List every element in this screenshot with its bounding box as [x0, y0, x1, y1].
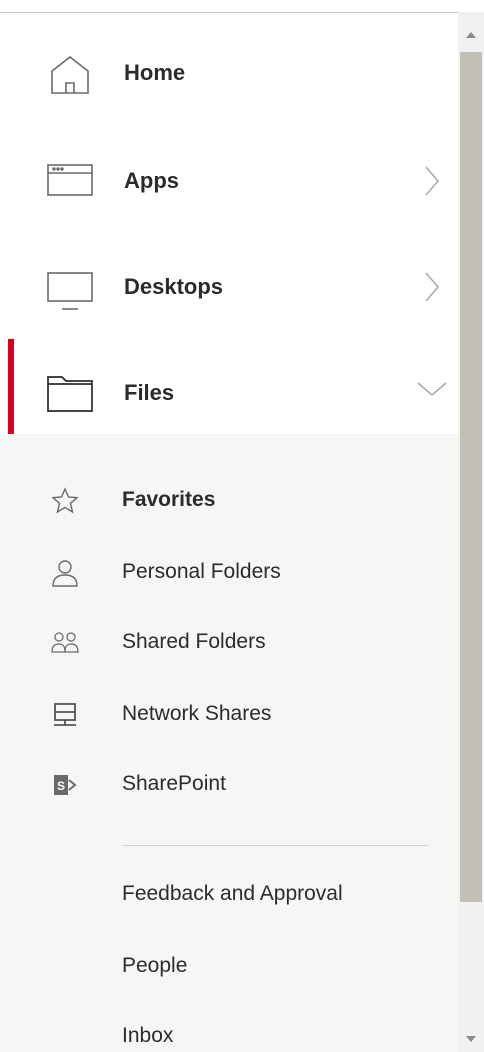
nav-item-label: Files — [124, 380, 175, 405]
people-icon — [50, 628, 80, 658]
chevron-down-icon — [416, 379, 448, 415]
nav-item-label: Feedback and Approval — [122, 882, 343, 905]
navigation-panel: Home Apps Desktops Files Favorites Perso… — [0, 0, 484, 1052]
star-icon — [50, 486, 80, 516]
submenu-item-sharepoint[interactable]: S SharePoint — [0, 760, 458, 812]
nav-item-people[interactable]: People — [0, 938, 458, 998]
vertical-scrollbar[interactable] — [458, 12, 484, 1052]
person-icon — [50, 558, 80, 588]
nav-item-label: Apps — [124, 168, 179, 193]
submenu-item-network-shares[interactable]: Network Shares — [0, 690, 458, 742]
submenu-item-personal-folders[interactable]: Personal Folders — [0, 548, 458, 600]
submenu-item-label: Shared Folders — [122, 630, 266, 653]
scroll-down-arrow-icon[interactable] — [458, 1024, 484, 1052]
nav-item-desktops[interactable]: Desktops — [0, 233, 458, 337]
chevron-right-icon — [420, 163, 444, 199]
network-share-icon — [50, 700, 80, 730]
submenu-item-label: Network Shares — [122, 702, 272, 725]
submenu-item-label: SharePoint — [122, 772, 226, 795]
scroll-up-arrow-icon[interactable] — [458, 20, 484, 50]
submenu-item-label: Personal Folders — [122, 560, 281, 583]
active-indicator — [8, 339, 14, 447]
chevron-right-icon — [420, 269, 444, 305]
sharepoint-icon: S — [50, 770, 80, 800]
folder-icon — [46, 369, 94, 417]
nav-item-label: Inbox — [122, 1024, 174, 1047]
nav-item-files[interactable]: Files — [0, 339, 458, 447]
apps-window-icon — [46, 155, 94, 203]
nav-item-apps[interactable]: Apps — [0, 127, 458, 231]
home-icon — [46, 51, 94, 99]
monitor-icon — [46, 265, 94, 313]
nav-item-inbox[interactable]: Inbox — [0, 1008, 458, 1052]
submenu-divider — [122, 845, 428, 846]
nav-item-home[interactable]: Home — [0, 19, 458, 123]
submenu-item-favorites[interactable]: Favorites — [0, 476, 458, 528]
nav-item-label: Home — [124, 60, 186, 85]
scrollbar-thumb[interactable] — [460, 52, 482, 902]
submenu-item-label: Favorites — [122, 488, 216, 511]
submenu-item-shared-folders[interactable]: Shared Folders — [0, 618, 458, 670]
nav-item-label: People — [122, 954, 188, 977]
nav-item-feedback-and-approval[interactable]: Feedback and Approval — [0, 866, 458, 926]
files-submenu: Favorites Personal Folders Shared Folder… — [0, 434, 458, 1052]
nav-item-label: Desktops — [124, 274, 224, 299]
svg-text:S: S — [57, 779, 65, 793]
